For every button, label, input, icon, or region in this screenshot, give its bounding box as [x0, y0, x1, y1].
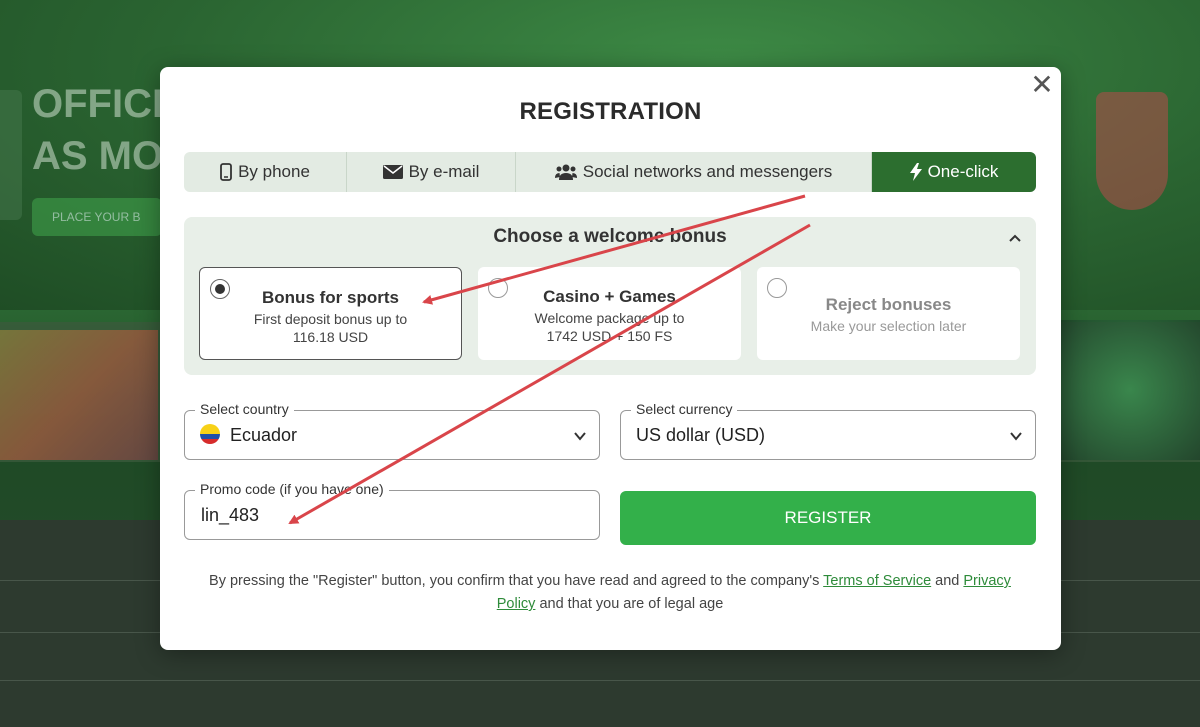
bonus-option-title: Bonus for sports — [262, 288, 399, 307]
terms-text: By pressing the "Register" button, you c… — [209, 573, 1011, 612]
hero-headline: OFFICI AS MO — [32, 82, 164, 178]
tab-social-networks[interactable]: Social networks and messengers — [516, 152, 872, 192]
tab-by-phone[interactable]: By phone — [184, 152, 347, 192]
country-select[interactable]: Select country Ecuador — [184, 401, 600, 460]
bonus-heading: Choose a welcome bonus — [493, 226, 727, 247]
lightning-icon — [909, 163, 922, 181]
country-label: Select country — [195, 401, 294, 417]
ecuador-flag-icon — [200, 424, 220, 445]
radio-button[interactable] — [210, 279, 230, 299]
currency-select[interactable]: Select currency US dollar (USD) — [620, 401, 1036, 460]
hero-cta-button: PLACE YOUR B — [32, 198, 162, 236]
tab-label: By e-mail — [408, 162, 480, 181]
bonus-option-casino[interactable]: Casino + Games Welcome package up to 174… — [478, 267, 741, 360]
promo-code-field[interactable]: Promo code (if you have one) lin_483 — [184, 481, 600, 540]
tab-label: Social networks and messengers — [582, 162, 833, 181]
chevron-down-icon — [574, 432, 586, 441]
club-crest-image — [1096, 92, 1168, 210]
currency-label: Select currency — [631, 401, 738, 417]
tab-label: One-click — [927, 162, 999, 181]
promo-code-value[interactable]: lin_483 — [201, 505, 259, 526]
carousel-prev-button — [0, 90, 22, 220]
phone-icon — [220, 163, 232, 181]
bonus-option-title: Casino + Games — [543, 287, 676, 306]
terms-of-service-link[interactable]: Terms of Service — [823, 573, 931, 589]
bonus-option-sports[interactable]: Bonus for sports First deposit bonus up … — [199, 267, 462, 360]
registration-tabs: By phone By e-mail Social networks and m… — [184, 152, 1036, 192]
bonus-option-reject[interactable]: Reject bonuses Make your selection later — [757, 267, 1020, 360]
welcome-bonus-section: Choose a welcome bonus Bonus for sports … — [184, 217, 1036, 375]
tab-by-email[interactable]: By e-mail — [347, 152, 516, 192]
envelope-icon — [382, 165, 403, 179]
chevron-down-icon — [1010, 432, 1022, 441]
promo-card-left — [0, 330, 158, 460]
chevron-up-icon[interactable] — [1007, 230, 1023, 246]
promo-card-right — [1060, 320, 1200, 460]
radio-button[interactable] — [767, 278, 787, 298]
bonus-option-desc: Welcome package up to 1742 USD + 150 FS — [534, 310, 685, 344]
promo-code-label: Promo code (if you have one) — [195, 481, 389, 497]
close-button[interactable]: ✕ — [1030, 71, 1054, 99]
modal-title: REGISTRATION — [519, 98, 702, 125]
users-icon — [554, 164, 577, 180]
country-value: Ecuador — [200, 424, 297, 446]
bonus-option-desc: Make your selection later — [810, 318, 967, 334]
bonus-option-desc: First deposit bonus up to 116.18 USD — [253, 311, 408, 345]
tab-one-click[interactable]: One-click — [872, 152, 1036, 192]
register-button[interactable]: REGISTER — [620, 491, 1036, 545]
radio-button[interactable] — [488, 278, 508, 298]
tab-label: By phone — [238, 162, 310, 181]
bonus-option-title: Reject bonuses — [825, 295, 952, 314]
registration-modal: ✕ REGISTRATION By phone By e-mail Social… — [160, 67, 1061, 650]
currency-value: US dollar (USD) — [636, 425, 766, 445]
